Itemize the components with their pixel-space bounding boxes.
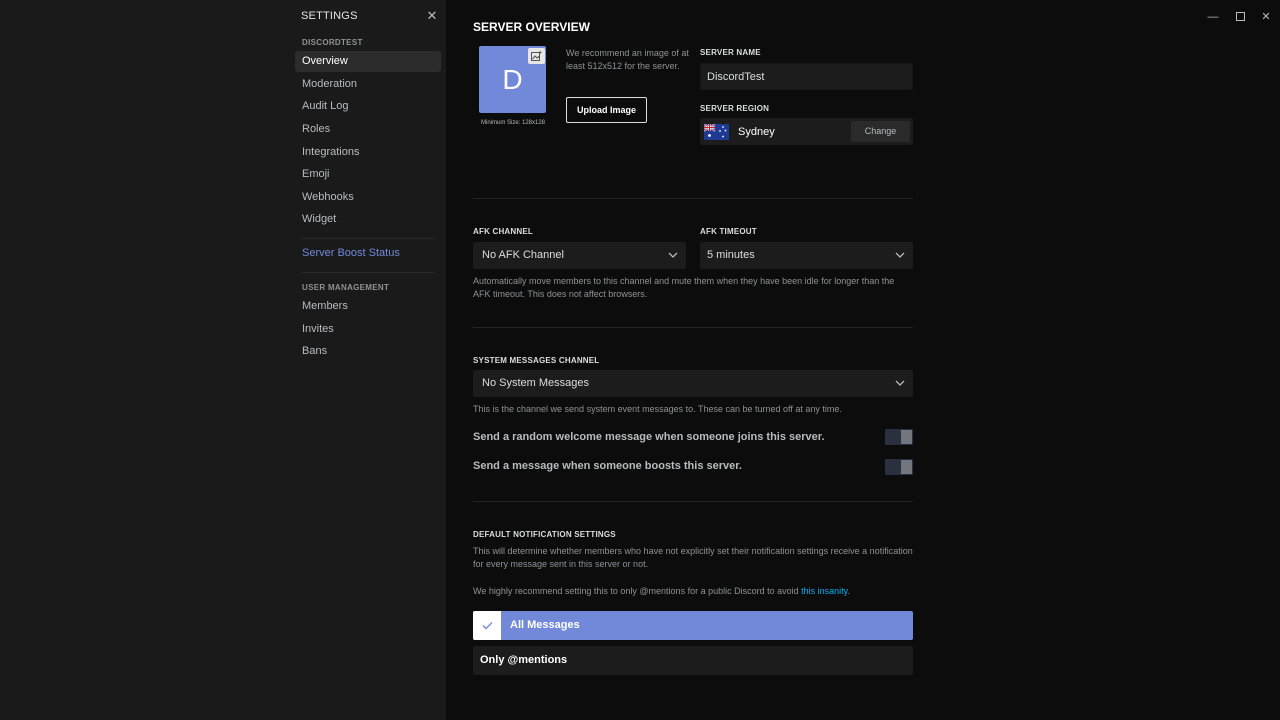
notification-recommendation: We highly recommend setting this to only… [473, 585, 913, 598]
window-close-icon[interactable]: ✕ [1259, 10, 1273, 24]
chevron-down-icon [895, 252, 905, 258]
welcome-message-toggle-label: Send a random welcome message when someo… [473, 431, 825, 443]
sidebar-item-moderation[interactable]: Moderation [295, 74, 441, 95]
chevron-down-icon [668, 252, 678, 258]
system-messages-help: This is the channel we send system event… [473, 404, 842, 414]
server-name-label: SERVER NAME [700, 48, 761, 57]
sidebar-item-invites[interactable]: Invites [295, 319, 441, 340]
toggle-knob [901, 460, 912, 474]
avatar-recommendation: We recommend an image of at least 512x51… [566, 48, 689, 71]
australia-flag-icon [704, 124, 729, 140]
page-title: SERVER OVERVIEW [473, 20, 590, 34]
toggle-knob [901, 430, 912, 444]
section-divider [473, 198, 913, 199]
sidebar-item-integrations[interactable]: Integrations [295, 142, 441, 163]
option-all-messages-label: All Messages [510, 619, 580, 631]
boost-message-toggle-label: Send a message when someone boosts this … [473, 460, 742, 472]
insanity-link[interactable]: this insanity [801, 586, 847, 596]
checkmark-icon [473, 611, 501, 640]
server-region-value: Sydney [738, 126, 775, 138]
server-name-input[interactable] [700, 63, 913, 90]
system-messages-select[interactable]: No System Messages [473, 370, 913, 397]
change-region-button[interactable]: Change [851, 121, 910, 142]
afk-timeout-label: AFK TIMEOUT [700, 227, 757, 236]
section-divider [473, 327, 913, 328]
section-divider [473, 501, 913, 502]
settings-sidebar: SETTINGS ✕ DISCORDTEST Overview Moderati… [0, 0, 446, 720]
sidebar-divider [302, 272, 434, 273]
default-notification-label: DEFAULT NOTIFICATION SETTINGS [473, 530, 616, 539]
sidebar-item-widget[interactable]: Widget [295, 209, 441, 230]
afk-timeout-select[interactable]: 5 minutes [700, 242, 913, 269]
minimize-icon[interactable]: — [1206, 10, 1220, 24]
avatar-min-size: Minimum Size: 128x128 [480, 120, 546, 126]
user-management-section-header: USER MANAGEMENT [302, 283, 390, 292]
image-upload-icon[interactable] [528, 48, 545, 64]
sidebar-item-overview[interactable]: Overview [295, 51, 441, 72]
sidebar-item-audit-log[interactable]: Audit Log [295, 96, 441, 117]
sidebar-item-members[interactable]: Members [295, 296, 441, 317]
sidebar-item-server-boost-status[interactable]: Server Boost Status [295, 243, 441, 264]
welcome-message-toggle[interactable] [885, 429, 913, 445]
sidebar-header: SETTINGS ✕ [301, 9, 439, 23]
recommendation-suffix: . [847, 586, 850, 596]
sidebar-title: SETTINGS [301, 10, 358, 22]
afk-channel-label: AFK CHANNEL [473, 227, 533, 236]
sidebar-item-bans[interactable]: Bans [295, 341, 441, 362]
afk-timeout-value: 5 minutes [707, 249, 755, 261]
afk-channel-value: No AFK Channel [482, 249, 564, 261]
maximize-icon[interactable] [1233, 10, 1247, 24]
close-icon[interactable]: ✕ [425, 9, 439, 23]
system-messages-value: No System Messages [482, 377, 589, 389]
sidebar-item-emoji[interactable]: Emoji [295, 164, 441, 185]
notification-help-text: This will determine whether members who … [473, 546, 913, 569]
boost-message-toggle[interactable] [885, 459, 913, 475]
option-only-mentions[interactable]: Only @mentions [473, 646, 913, 675]
server-section-header: DISCORDTEST [302, 38, 363, 47]
sidebar-item-roles[interactable]: Roles [295, 119, 441, 140]
option-only-mentions-label: Only @mentions [480, 654, 568, 666]
system-messages-label: SYSTEM MESSAGES CHANNEL [473, 356, 600, 365]
chevron-down-icon [895, 380, 905, 386]
option-all-messages[interactable]: All Messages [473, 611, 913, 640]
afk-channel-select[interactable]: No AFK Channel [473, 242, 686, 269]
upload-image-button[interactable]: Upload Image [566, 97, 647, 123]
sidebar-item-webhooks[interactable]: Webhooks [295, 187, 441, 208]
recommendation-text: We highly recommend setting this to only… [473, 586, 802, 596]
server-region-label: SERVER REGION [700, 104, 770, 113]
afk-help-text: Automatically move members to this chann… [473, 276, 895, 299]
sidebar-divider [302, 238, 434, 239]
